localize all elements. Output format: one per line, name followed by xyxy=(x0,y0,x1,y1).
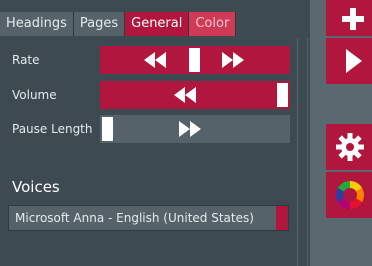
rail-divider xyxy=(326,218,372,226)
rail-empty-slot xyxy=(326,226,372,266)
rate-increase-icon xyxy=(222,46,244,74)
color-button[interactable] xyxy=(326,172,372,218)
rate-slider-thumb[interactable] xyxy=(189,48,200,72)
volume-label: Volume xyxy=(12,88,57,102)
tab-color[interactable]: Color xyxy=(189,12,237,36)
volume-decrease-icon xyxy=(174,81,196,109)
pause-length-label: Pause Length xyxy=(12,122,93,136)
pause-length-row: Pause Length xyxy=(0,115,300,143)
add-button[interactable] xyxy=(326,0,372,36)
scrollbar[interactable] xyxy=(297,38,308,266)
rate-label: Rate xyxy=(12,53,40,67)
voices-heading: Voices xyxy=(12,178,60,196)
tab-general[interactable]: General xyxy=(125,12,190,36)
settings-panel: Headings Pages General Color Rate Volume xyxy=(0,0,310,266)
tab-headings[interactable]: Headings xyxy=(0,12,74,36)
voice-select[interactable]: Microsoft Anna - English (United States) xyxy=(8,205,289,231)
rate-slider[interactable] xyxy=(100,46,290,74)
right-rail xyxy=(310,0,372,266)
rate-row: Rate xyxy=(0,46,300,74)
color-wheel-icon xyxy=(336,181,364,209)
voice-selected-value: Microsoft Anna - English (United States) xyxy=(15,211,254,225)
rate-decrease-icon xyxy=(144,46,166,74)
plus-icon xyxy=(342,8,364,30)
voice-select-handle[interactable] xyxy=(276,206,288,230)
tab-pages[interactable]: Pages xyxy=(73,12,126,36)
play-icon xyxy=(346,49,362,73)
tab-bar: Headings Pages General Color xyxy=(0,12,237,36)
gear-icon xyxy=(336,133,364,161)
play-button[interactable] xyxy=(326,38,372,84)
volume-slider-thumb[interactable] xyxy=(277,83,288,107)
pause-length-increase-icon xyxy=(179,115,201,143)
settings-button[interactable] xyxy=(326,124,372,170)
volume-slider[interactable] xyxy=(100,81,290,109)
pause-length-slider-thumb[interactable] xyxy=(102,117,113,141)
rail-spacer xyxy=(326,84,372,124)
volume-row: Volume xyxy=(0,81,300,109)
pause-length-slider[interactable] xyxy=(100,115,290,143)
